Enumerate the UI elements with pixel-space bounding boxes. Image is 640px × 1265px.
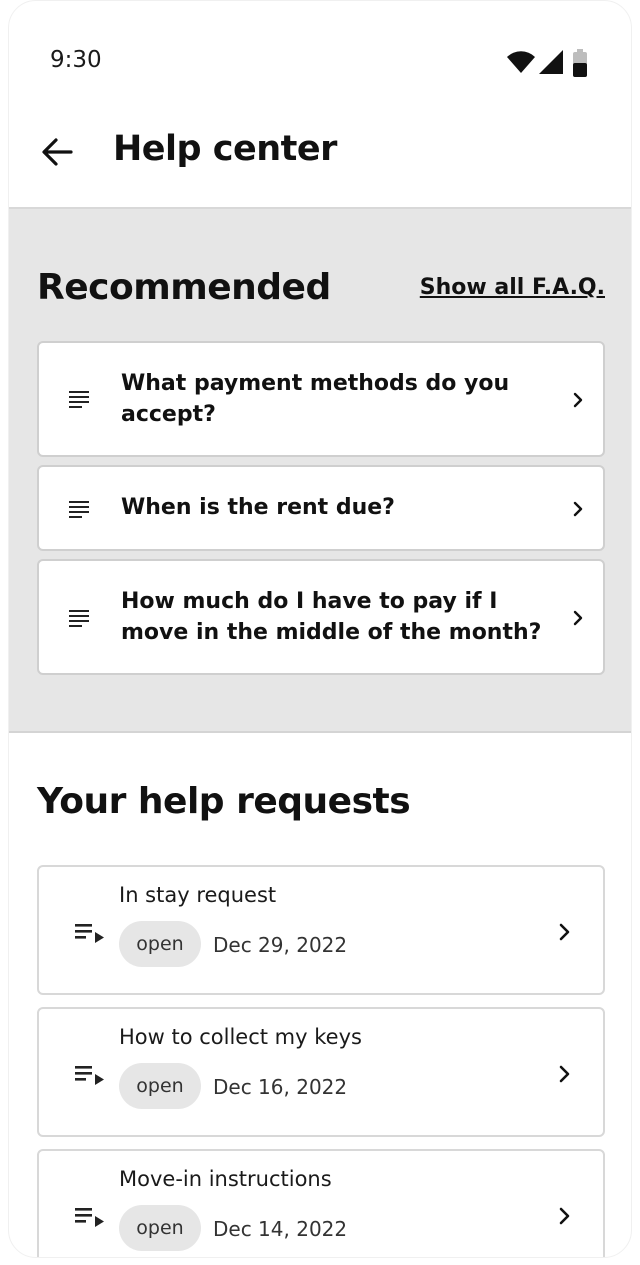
article-lines-icon — [69, 610, 89, 627]
help-request-date: Dec 16, 2022 — [213, 1075, 348, 1099]
phone-screen: 9:30 Help center Recommended Show all F.… — [8, 0, 632, 1258]
arrow-left-icon — [42, 138, 73, 166]
status-badge: open — [119, 1063, 201, 1109]
playlist-play-icon — [75, 1066, 104, 1085]
show-all-faq-link[interactable]: Show all F.A.Q. — [420, 275, 605, 300]
wifi-icon — [507, 51, 535, 73]
help-request-date: Dec 14, 2022 — [213, 1217, 348, 1241]
help-request-card[interactable]: In stay request open Dec 29, 2022 — [37, 865, 605, 995]
status-time: 9:30 — [50, 47, 102, 73]
recommended-section: Recommended Show all F.A.Q. What payment… — [9, 207, 631, 733]
faq-item[interactable]: What payment methods do you accept? — [37, 341, 605, 457]
article-lines-icon — [69, 501, 89, 518]
back-button[interactable] — [37, 131, 79, 173]
playlist-play-icon — [75, 924, 104, 943]
article-lines-icon — [69, 391, 89, 408]
help-request-card[interactable]: Move-in instructions open Dec 14, 2022 — [37, 1149, 605, 1257]
chevron-right-icon — [573, 392, 583, 408]
faq-item[interactable]: How much do I have to pay if I move in t… — [37, 559, 605, 675]
cell-signal-icon — [539, 50, 563, 74]
status-bar: 9:30 — [9, 1, 631, 111]
help-request-title: Move-in instructions — [119, 1167, 332, 1191]
faq-item-label: What payment methods do you accept? — [121, 371, 510, 427]
help-request-card[interactable]: How to collect my keys open Dec 16, 2022 — [37, 1007, 605, 1137]
status-badge: open — [119, 1205, 201, 1251]
faq-item-label: How much do I have to pay if I move in t… — [121, 589, 542, 645]
help-request-title: How to collect my keys — [119, 1025, 362, 1049]
chevron-right-icon — [559, 923, 570, 941]
chevron-right-icon — [559, 1065, 570, 1083]
faq-item[interactable]: When is the rent due? — [37, 465, 605, 551]
faq-item-label: When is the rent due? — [121, 495, 395, 520]
chevron-right-icon — [559, 1207, 570, 1225]
help-requests-title: Your help requests — [37, 781, 411, 822]
battery-icon — [573, 49, 587, 77]
help-request-date: Dec 29, 2022 — [213, 933, 348, 957]
status-icons — [506, 49, 596, 79]
help-request-title: In stay request — [119, 883, 277, 907]
chevron-right-icon — [573, 610, 583, 626]
playlist-play-icon — [75, 1208, 104, 1227]
recommended-title: Recommended — [37, 267, 331, 308]
chevron-right-icon — [573, 501, 583, 517]
page-title: Help center — [113, 129, 337, 169]
status-badge: open — [119, 921, 201, 967]
app-bar: Help center — [9, 111, 631, 207]
